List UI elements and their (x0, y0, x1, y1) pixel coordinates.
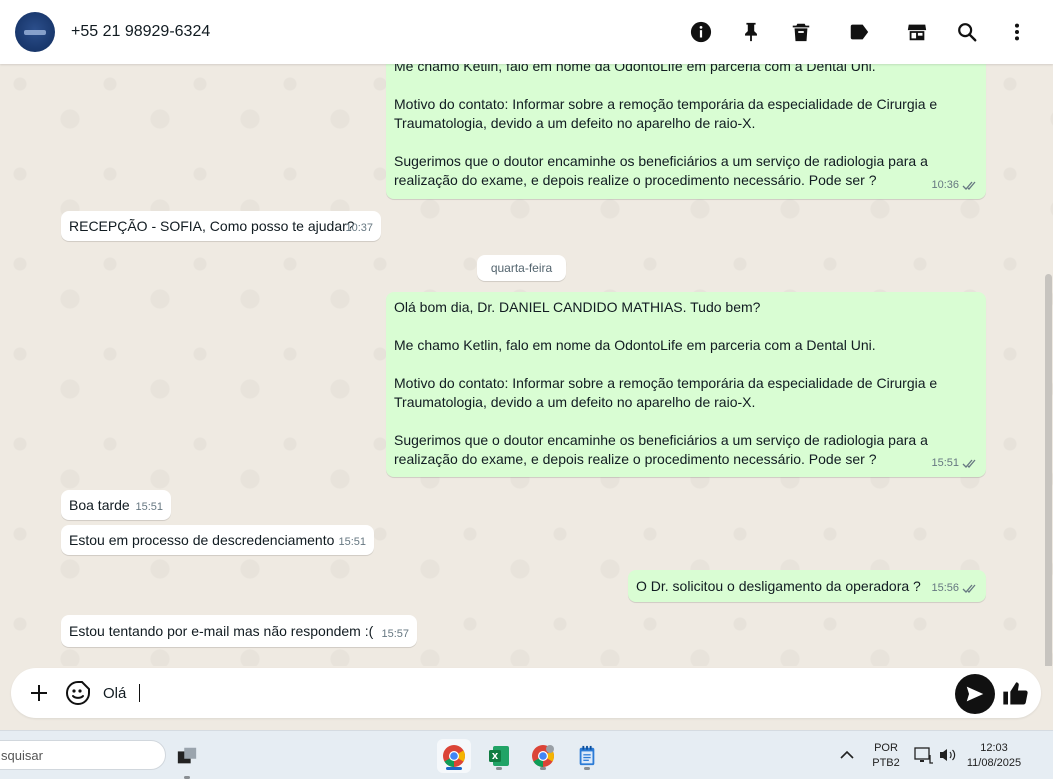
attach-button[interactable] (27, 681, 51, 705)
shop-icon[interactable] (904, 19, 930, 45)
message-time: 15:51 (931, 457, 959, 469)
send-icon (966, 686, 984, 702)
message-time: 15:51 (338, 536, 366, 548)
message-input[interactable] (103, 682, 903, 704)
sticker-icon (66, 681, 90, 705)
tray-overflow-button[interactable] (838, 747, 856, 763)
language-indicator[interactable]: POR PTB2 (870, 741, 902, 771)
avatar-logo (24, 29, 46, 35)
message-time: 15:56 (931, 582, 959, 594)
info-icon[interactable] (688, 19, 714, 45)
send-button[interactable] (955, 674, 995, 714)
text-caret (139, 684, 140, 702)
task-view-button[interactable] (170, 739, 204, 779)
volume-icon[interactable] (938, 746, 958, 764)
chrome-icon (443, 745, 465, 767)
app-indicator-active (446, 767, 462, 770)
chrome-profile-icon (532, 745, 554, 767)
contact-name[interactable]: +55 21 98929-6324 (71, 23, 210, 41)
taskbar-search[interactable]: squisar (0, 740, 166, 770)
taskbar-excel[interactable] (482, 739, 516, 773)
composer (11, 668, 1041, 718)
message-bubble-incoming[interactable]: Boa tarde 15:51 (61, 490, 171, 520)
message-text: Olá bom dia, Dr. DANIEL CANDIDO MATHIAS.… (394, 299, 938, 467)
message-bubble-outgoing[interactable]: Me chamo Ketlin, falo em nome da OdontoL… (386, 64, 986, 199)
message-meta: 10:37 (345, 219, 373, 238)
taskbar-chrome-2[interactable] (526, 739, 560, 773)
notepad-icon (579, 745, 595, 766)
contact-avatar[interactable] (15, 12, 55, 52)
app-indicator (540, 767, 546, 770)
message-text: RECEPÇÃO - SOFIA, Como posso te ajudar? (69, 218, 355, 234)
message-bubble-incoming[interactable]: Estou em processo de descredenciamento 1… (61, 525, 374, 555)
plus-icon (31, 685, 47, 701)
network-icon[interactable] (914, 746, 934, 764)
message-text: Me chamo Ketlin, falo em nome da OdontoL… (394, 64, 938, 188)
message-bubble-incoming[interactable]: RECEPÇÃO - SOFIA, Como posso te ajudar? … (61, 211, 381, 241)
pin-icon[interactable] (738, 19, 764, 45)
message-meta: 15:56 (931, 579, 978, 598)
message-time: 10:36 (931, 179, 959, 191)
message-bubble-outgoing[interactable]: O Dr. solicitou o desligamento da operad… (628, 570, 986, 602)
search-icon[interactable] (954, 19, 980, 45)
app-indicator (496, 767, 502, 770)
delete-icon[interactable] (788, 19, 814, 45)
clock-date: 11/08/2025 (966, 757, 1022, 769)
chat-area[interactable]: Me chamo Ketlin, falo em nome da OdontoL… (0, 64, 1053, 666)
message-meta: 15:51 (931, 454, 978, 473)
os-taskbar: squisar POR PTB2 12:03 11/08/2025 (0, 730, 1053, 779)
label-icon[interactable] (846, 19, 872, 45)
like-button[interactable] (1001, 680, 1029, 708)
message-time: 15:57 (381, 628, 409, 640)
sticker-button[interactable] (65, 680, 91, 706)
message-text: Estou tentando por e-mail mas não respon… (69, 623, 374, 639)
clock-time: 12:03 (980, 742, 1008, 754)
double-check-icon (962, 180, 978, 191)
double-check-icon (962, 583, 978, 594)
more-icon[interactable] (1004, 19, 1030, 45)
double-check-icon (962, 458, 978, 469)
message-text: O Dr. solicitou o desligamento da operad… (636, 578, 921, 594)
chat-scrollbar[interactable] (1045, 274, 1052, 666)
message-time: 10:37 (345, 222, 373, 234)
message-bubble-outgoing[interactable]: Olá bom dia, Dr. DANIEL CANDIDO MATHIAS.… (386, 292, 986, 477)
system-clock[interactable]: 12:03 11/08/2025 (964, 741, 1024, 771)
chevron-up-icon (840, 750, 854, 759)
taskbar-search-text: squisar (1, 747, 43, 763)
message-meta: 15:51 (338, 533, 366, 552)
language-code: POR (874, 742, 898, 754)
thumbs-up-icon (1003, 682, 1028, 705)
message-meta: 10:36 (931, 176, 978, 195)
message-time: 15:51 (135, 501, 163, 513)
keyboard-layout: PTB2 (872, 757, 900, 769)
taskbar-notepad[interactable] (570, 739, 604, 773)
excel-icon (489, 746, 509, 766)
message-bubble-incoming[interactable]: Estou tentando por e-mail mas não respon… (61, 615, 417, 647)
chat-header: +55 21 98929-6324 (0, 0, 1053, 64)
message-meta: 15:51 (135, 498, 163, 517)
day-separator: quarta-feira (477, 255, 566, 281)
task-view-icon (177, 747, 197, 764)
composer-bar (0, 666, 1053, 730)
message-meta: 15:57 (381, 625, 409, 644)
message-text: Estou em processo de descredenciamento (69, 532, 335, 548)
app-indicator (584, 767, 590, 770)
taskbar-chrome-1[interactable] (437, 739, 471, 773)
